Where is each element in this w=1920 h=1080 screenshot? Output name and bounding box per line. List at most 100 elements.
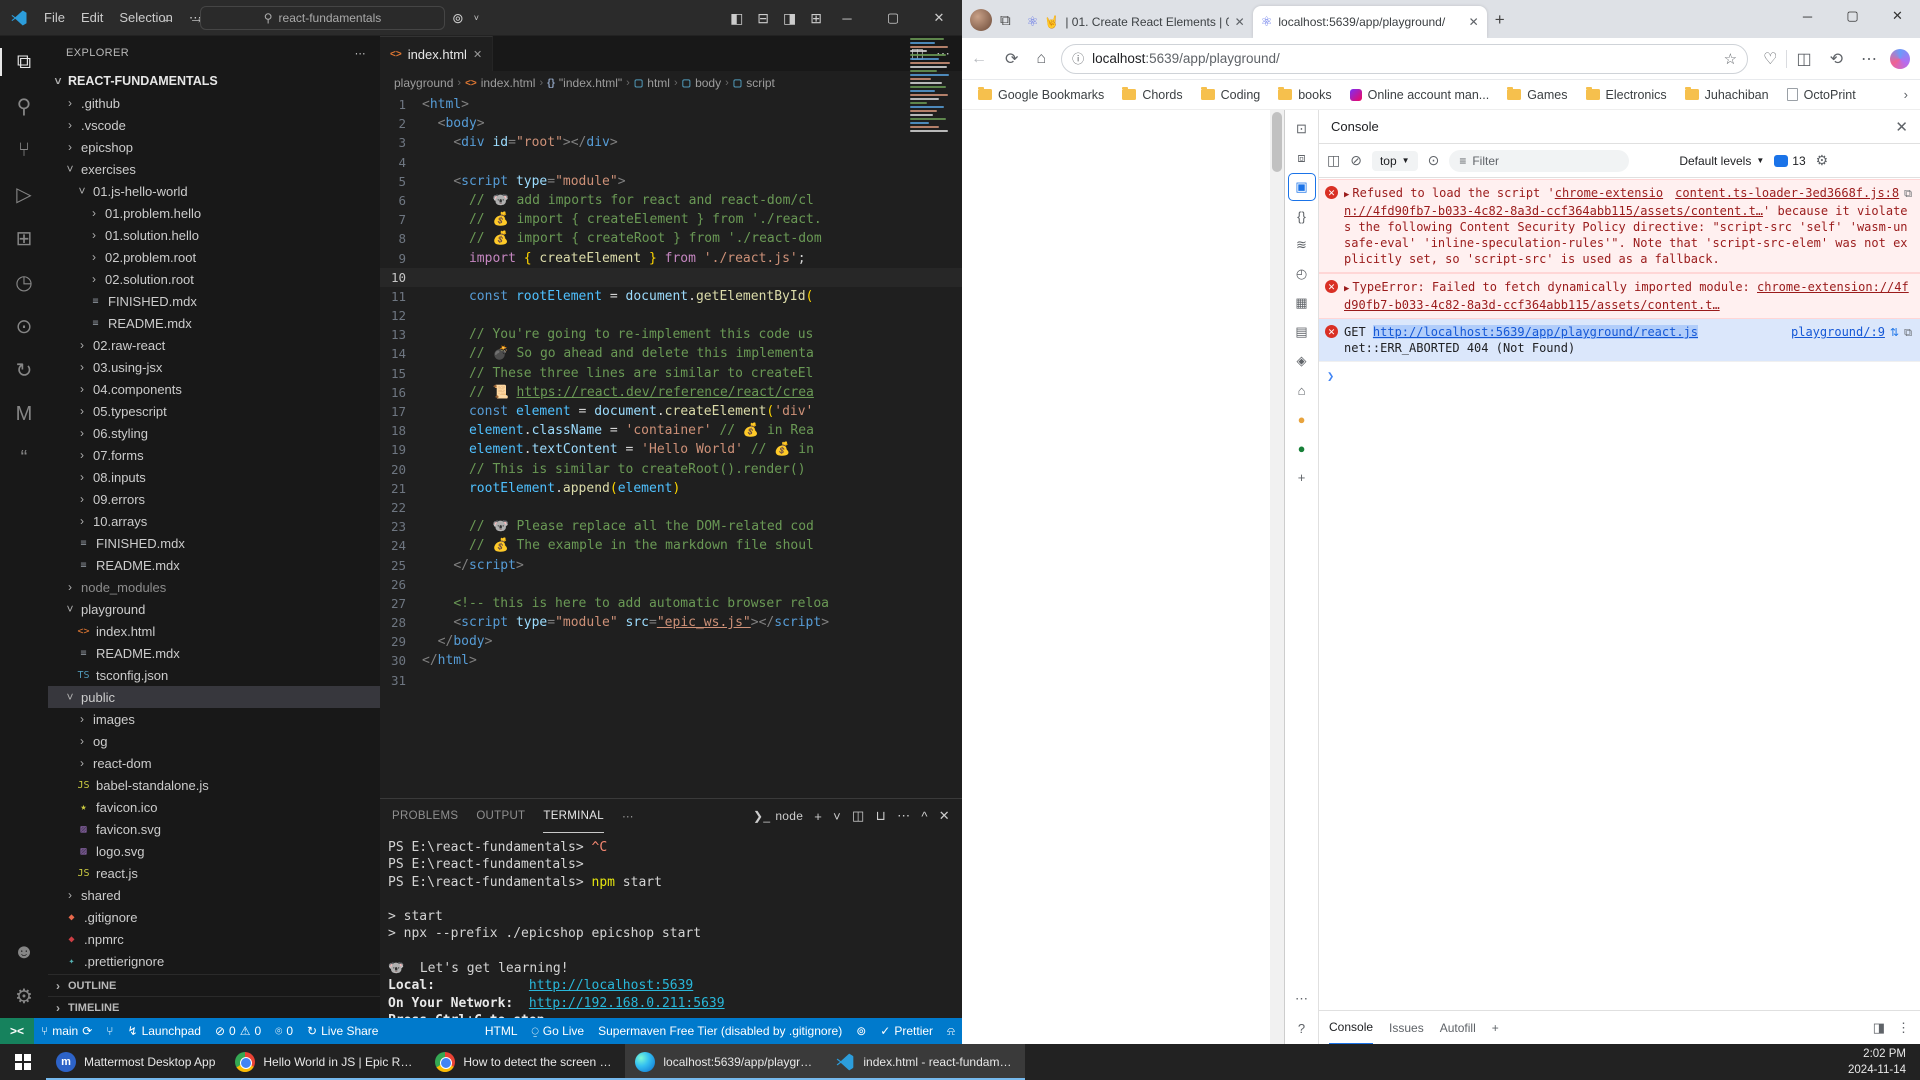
browser-tab-1[interactable]: ⚛🤘| 01. Create React Elements | 0✕ — [1019, 6, 1253, 38]
code-editor[interactable]: 1<html>2 <body>3 <div id="root"></div>45… — [380, 95, 962, 772]
performance-icon[interactable]: ◴ — [1289, 261, 1315, 287]
terminal-dropdown-icon[interactable]: ˅ — [833, 809, 841, 824]
new-tab-button[interactable]: + — [1495, 10, 1505, 30]
remote-explorer-icon[interactable]: ⊙ — [0, 304, 48, 348]
copilot-icon[interactable]: ⊚ — [452, 10, 464, 27]
code-line-2[interactable]: 2 <body> — [380, 114, 962, 133]
code-line-5[interactable]: 5 <script type="module"> — [380, 172, 962, 191]
problems-item[interactable]: ⊘0⚠0 — [208, 1018, 268, 1044]
network-icon[interactable]: ≋ — [1289, 232, 1315, 258]
code-line-19[interactable]: 19 element.textContent = 'Hello World' /… — [380, 440, 962, 459]
bookmarks-overflow-icon[interactable]: › — [1904, 87, 1920, 102]
breadcrumb-item[interactable]: playground — [394, 76, 453, 90]
panel-tab-problems[interactable]: PROBLEMS — [392, 810, 458, 822]
explorer-icon[interactable]: ⧉ — [0, 40, 48, 84]
tree-item-public[interactable]: ˅public — [48, 686, 380, 708]
tree-item-babel-standalone.js[interactable]: JSbabel-standalone.js — [48, 774, 380, 796]
page-content[interactable] — [962, 110, 1270, 1044]
tree-item-FINISHED.mdx[interactable]: ≡FINISHED.mdx — [48, 532, 380, 554]
panel-tab-terminal[interactable]: TERMINAL — [543, 800, 604, 833]
tree-item-FINISHED.mdx[interactable]: ≡FINISHED.mdx — [48, 290, 380, 312]
tree-item-01.problem.hello[interactable]: ›01.problem.hello — [48, 202, 380, 224]
menu-edit[interactable]: Edit — [73, 0, 111, 36]
device-emulation-icon[interactable]: ⧈ — [1289, 145, 1315, 171]
context-selector[interactable]: top ▼ — [1372, 151, 1418, 171]
section-timeline[interactable]: ›TIMELINE — [48, 996, 380, 1018]
new-terminal-icon[interactable]: + — [814, 809, 822, 824]
language-mode[interactable]: HTML — [478, 1018, 525, 1044]
more-tools-icon[interactable]: ⋯ — [1289, 986, 1315, 1012]
tree-item-tsconfig.json[interactable]: TStsconfig.json — [48, 664, 380, 686]
live-share-item[interactable]: ↻Live Share — [300, 1018, 385, 1044]
code-line-4[interactable]: 4 — [380, 153, 962, 172]
supermaven-item[interactable]: Supermaven Free Tier (disabled by .gitig… — [591, 1018, 849, 1044]
live-expression-eye-icon[interactable]: ⊙ — [1428, 152, 1440, 169]
kill-terminal-icon[interactable]: ⊔ — [876, 808, 886, 824]
bookmark-online-account-man---[interactable]: Online account man... — [1342, 88, 1498, 102]
code-line-3[interactable]: 3 <div id="root"></div> — [380, 133, 962, 152]
prettier-item[interactable]: ✓Prettier — [873, 1018, 940, 1044]
profile-avatar[interactable] — [970, 9, 992, 31]
tree-item-02.raw-react[interactable]: ›02.raw-react — [48, 334, 380, 356]
history-icon[interactable]: ⟲ — [1821, 49, 1852, 69]
ai-insight-icon[interactable]: ⇅ — [1890, 327, 1899, 339]
code-line-23[interactable]: 23 // 🐨 Please replace all the DOM-relat… — [380, 517, 962, 536]
branch-action[interactable]: ⑂ — [99, 1018, 120, 1044]
drawer-dock-icon[interactable]: ◨ — [1873, 1020, 1885, 1036]
code-line-6[interactable]: 6 // 🐨 add imports for react and react-d… — [380, 191, 962, 210]
breadcrumb-item[interactable]: ▢html — [634, 76, 670, 90]
console-prompt[interactable]: ❯ — [1319, 362, 1920, 390]
scrollbar-thumb[interactable] — [1272, 112, 1282, 172]
tab-index-html[interactable]: <> index.html ✕ — [380, 36, 493, 71]
breadcrumb-item[interactable]: ▢body — [682, 76, 721, 90]
expand-arrow-icon[interactable]: ▶ — [1344, 284, 1349, 294]
source-link[interactable]: playground/:9 — [1791, 325, 1885, 339]
drawer-more-icon[interactable]: ⋮ — [1897, 1020, 1910, 1036]
layout-panel-icon[interactable]: ⊟ — [757, 10, 769, 27]
breadcrumb-item[interactable]: <>index.html — [465, 76, 535, 90]
code-line-28[interactable]: 28 <script type="module" src="epic_ws.js… — [380, 613, 962, 632]
home-icon[interactable]: ⌂ — [1289, 377, 1315, 403]
testing-icon[interactable]: ◷ — [0, 260, 48, 304]
maximize-button[interactable]: ▢ — [1830, 0, 1875, 32]
supermaven-icon[interactable]: M — [0, 392, 48, 436]
remote-indicator[interactable]: >< — [0, 1018, 34, 1044]
site-info-icon[interactable]: ⓘ — [1072, 50, 1084, 67]
tree-item-09.errors[interactable]: ›09.errors — [48, 488, 380, 510]
code-line-1[interactable]: 1<html> — [380, 95, 962, 114]
clear-console-icon[interactable]: ⊘ — [1350, 152, 1362, 169]
code-line-11[interactable]: 11 const rootElement = document.getEleme… — [380, 287, 962, 306]
code-line-26[interactable]: 26 — [380, 575, 962, 594]
tree-item-favicon.svg[interactable]: ▨favicon.svg — [48, 818, 380, 840]
system-tray[interactable]: 2:02 PM 2024-11-14 — [1848, 1044, 1920, 1080]
tree-item-index.html[interactable]: <>index.html — [48, 620, 380, 642]
copilot-item[interactable]: ⊚ — [849, 1018, 873, 1044]
tree-item-README.mdx[interactable]: ≡README.mdx — [48, 312, 380, 334]
application-icon[interactable]: ▤ — [1289, 319, 1315, 345]
code-line-27[interactable]: 27 <!-- this is here to add automatic br… — [380, 594, 962, 613]
bookmark-chords[interactable]: Chords — [1114, 88, 1190, 102]
drawer-add-tool-icon[interactable]: + — [1492, 1021, 1499, 1035]
tree-item-playground[interactable]: ˅playground — [48, 598, 380, 620]
extension-dot-icon[interactable]: ● — [1289, 435, 1315, 461]
layout-sidebar-left-icon[interactable]: ◧ — [730, 10, 743, 27]
tree-item-nodemodules[interactable]: ›node_modules — [48, 576, 380, 598]
tree-item-og[interactable]: ›og — [48, 730, 380, 752]
tree-item-10.arrays[interactable]: ›10.arrays — [48, 510, 380, 532]
code-line-13[interactable]: 13 // You're going to re-implement this … — [380, 325, 962, 344]
workspaces-icon[interactable]: ⧉ — [1000, 12, 1011, 29]
tree-item-02.solution.root[interactable]: ›02.solution.root — [48, 268, 380, 290]
sources-icon[interactable]: {} — [1289, 203, 1315, 229]
tree-item-07.forms[interactable]: ›07.forms — [48, 444, 380, 466]
code-line-17[interactable]: 17 const element = document.createElemen… — [380, 402, 962, 421]
tree-item-epicshop[interactable]: ›epicshop — [48, 136, 380, 158]
tree-item-shared[interactable]: ›shared — [48, 884, 380, 906]
taskbar-chrome-button[interactable]: How to detect the screen resoluti... — [425, 1044, 625, 1080]
search-icon[interactable]: ⚲ — [0, 84, 48, 128]
tree-item-06.styling[interactable]: ›06.styling — [48, 422, 380, 444]
console-filter-input[interactable]: ≡ Filter — [1449, 150, 1629, 172]
minimize-button[interactable]: ─ — [824, 0, 870, 36]
tree-item-images[interactable]: ›images — [48, 708, 380, 730]
bookmark-books[interactable]: books — [1270, 88, 1339, 102]
inspect-icon[interactable]: ⊡ — [1289, 116, 1315, 142]
